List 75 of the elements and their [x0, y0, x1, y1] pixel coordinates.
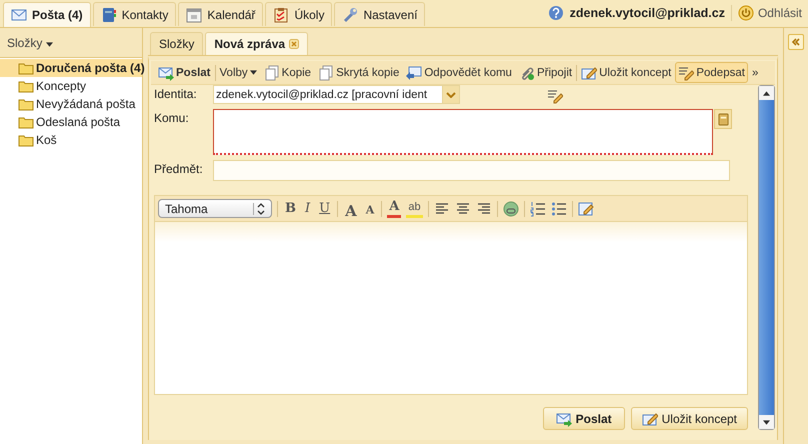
- nav-tab[interactable]: Nastavení: [334, 2, 426, 26]
- send-mail-icon: [556, 410, 572, 426]
- clipboard-icon: [273, 6, 290, 22]
- font-select[interactable]: Tahoma: [158, 199, 272, 218]
- folder-item[interactable]: Koš: [0, 131, 142, 149]
- close-icon[interactable]: [289, 39, 300, 49]
- font-size-button[interactable]: A: [364, 198, 376, 218]
- bullet-list-icon[interactable]: [550, 200, 567, 216]
- chevron-down-icon: [446, 92, 456, 98]
- caret-icon: [46, 42, 53, 46]
- footer-button[interactable]: Uložit koncept: [630, 407, 748, 430]
- book-icon: [718, 112, 728, 126]
- envelope-icon: [11, 7, 27, 23]
- toolbar-button[interactable]: Uložit koncept: [578, 62, 674, 83]
- font-size-button[interactable]: A: [343, 198, 359, 219]
- wrench-icon: [342, 6, 358, 22]
- nav-tab[interactable]: Kalendář: [178, 2, 264, 26]
- double-chevron-left-icon: [791, 37, 801, 47]
- toolbar-button[interactable]: Volby: [216, 62, 260, 83]
- envelope-pencil-icon: [581, 64, 598, 80]
- power-icon: [738, 5, 754, 21]
- format-button[interactable]: B: [283, 200, 298, 216]
- identity-select[interactable]: zdenek.vytocil@priklad.cz [pracovní ident: [213, 85, 460, 104]
- format-button[interactable]: I: [303, 200, 312, 216]
- scrollbar[interactable]: [758, 85, 775, 430]
- toolbar-button[interactable]: Skrytá kopie: [315, 62, 402, 83]
- down-arrow-icon: [763, 420, 770, 424]
- numbered-list-icon[interactable]: [530, 200, 546, 216]
- signature-pencil-icon: [678, 64, 694, 80]
- pages-icon: [318, 64, 334, 80]
- signature-pencil-icon[interactable]: [547, 88, 563, 104]
- nav-tab[interactable]: Kontakty: [92, 2, 176, 26]
- nav-tab[interactable]: Úkoly: [265, 2, 332, 26]
- highlight-button[interactable]: ab: [406, 199, 423, 218]
- more-button[interactable]: »: [748, 62, 762, 83]
- footer-button[interactable]: Poslat: [542, 407, 625, 430]
- text-color-button[interactable]: A: [387, 199, 402, 218]
- folders-menu[interactable]: Složky: [0, 28, 142, 58]
- subject-field[interactable]: [213, 160, 730, 181]
- envelope-pencil-icon: [642, 410, 658, 426]
- recipient-field[interactable]: [213, 109, 713, 155]
- collapse-button[interactable]: [788, 34, 804, 50]
- folder-item[interactable]: Odeslaná pošta: [0, 113, 142, 131]
- field-label: Identita:: [154, 86, 198, 101]
- tab[interactable]: Složky: [150, 32, 204, 55]
- globe-link-icon[interactable]: [502, 200, 519, 216]
- folder-item[interactable]: Doručená pošta (4): [0, 59, 142, 77]
- align-center-icon[interactable]: [454, 200, 471, 216]
- address-book-button[interactable]: [714, 109, 732, 129]
- caret-icon: [250, 70, 257, 75]
- reply-mail-icon: [406, 64, 422, 80]
- format-button[interactable]: U: [317, 200, 332, 216]
- field-label: Předmět:: [154, 161, 204, 176]
- align-right-icon[interactable]: [476, 200, 492, 216]
- book-icon: [100, 6, 117, 22]
- edit-source-icon[interactable]: [578, 200, 594, 216]
- folder-item[interactable]: Koncepty: [0, 77, 142, 95]
- toolbar-button[interactable]: Podepsat: [675, 62, 748, 83]
- user-email: zdenek.vytocil@priklad.cz: [570, 6, 725, 20]
- up-arrow-icon: [763, 90, 770, 96]
- pages-icon: [264, 64, 280, 80]
- toolbar-button[interactable]: Odpovědět komu: [403, 62, 515, 83]
- toolbar-button[interactable]: Kopie: [260, 62, 314, 83]
- tab[interactable]: Nová zpráva: [205, 32, 308, 55]
- send-mail-icon: [158, 64, 174, 80]
- toolbar-button[interactable]: Poslat: [155, 62, 214, 83]
- align-left-icon[interactable]: [434, 200, 450, 216]
- help-icon[interactable]: [548, 5, 564, 21]
- folder-item[interactable]: Nevyžádaná pošta: [0, 95, 142, 113]
- toolbar-button[interactable]: Připojit: [516, 62, 576, 83]
- field-label: Komu:: [154, 110, 190, 125]
- calendar-icon: [186, 6, 202, 22]
- nav-tab[interactable]: Pošta (4): [3, 2, 91, 27]
- logout-button[interactable]: Odhlásit: [738, 5, 802, 21]
- up-down-icon: [253, 202, 265, 214]
